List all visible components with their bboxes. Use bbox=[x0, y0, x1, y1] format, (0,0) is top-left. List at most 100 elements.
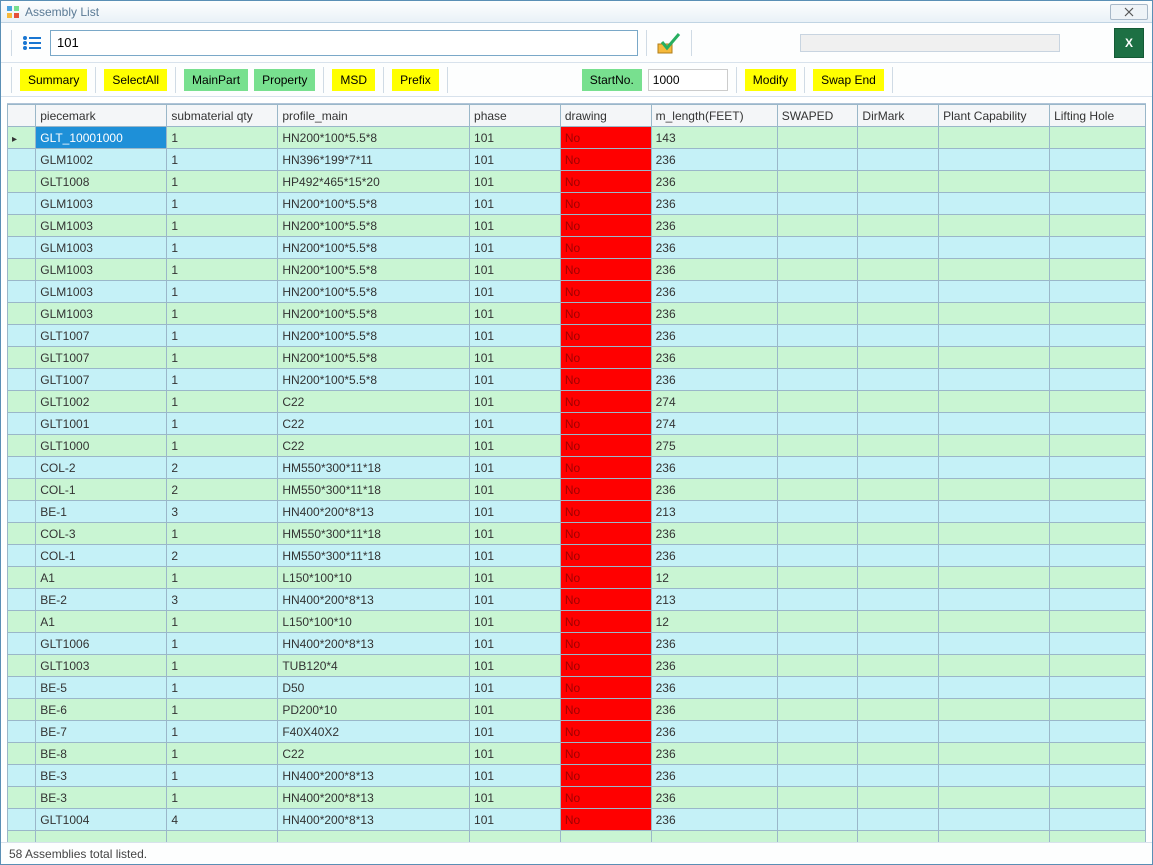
cell-mlength[interactable]: 236 bbox=[651, 281, 777, 303]
cell-phase[interactable]: 101 bbox=[470, 677, 561, 699]
cell-drawing[interactable]: No bbox=[560, 523, 651, 545]
cell-dirmark[interactable] bbox=[858, 369, 939, 391]
cell-mlength[interactable]: 12 bbox=[651, 567, 777, 589]
cell-plant[interactable] bbox=[939, 303, 1050, 325]
cell-drawing[interactable]: No bbox=[560, 567, 651, 589]
row-header[interactable] bbox=[8, 787, 36, 809]
cell-plant[interactable] bbox=[939, 215, 1050, 237]
row-header[interactable] bbox=[8, 589, 36, 611]
cell-mlength[interactable]: 236 bbox=[651, 699, 777, 721]
cell-profile[interactable]: HN200*100*5.5*8 bbox=[278, 127, 470, 149]
cell-lifting[interactable] bbox=[1050, 589, 1146, 611]
cell-drawing[interactable]: No bbox=[560, 743, 651, 765]
col-m-length[interactable]: m_length(FEET) bbox=[651, 105, 777, 127]
cell-piecemark[interactable]: BE-8 bbox=[36, 743, 167, 765]
cell-dirmark[interactable] bbox=[858, 303, 939, 325]
cell-mlength[interactable]: 236 bbox=[651, 457, 777, 479]
cell-piecemark[interactable]: GLT1007 bbox=[36, 369, 167, 391]
row-header[interactable] bbox=[8, 237, 36, 259]
cell-mlength[interactable]: 143 bbox=[651, 127, 777, 149]
cell-plant[interactable] bbox=[939, 171, 1050, 193]
cell-piecemark[interactable]: GLT1007 bbox=[36, 325, 167, 347]
cell-piecemark[interactable]: A1 bbox=[36, 611, 167, 633]
col-drawing[interactable]: drawing bbox=[560, 105, 651, 127]
cell-profile[interactable]: D50 bbox=[278, 677, 470, 699]
cell-qty[interactable]: 2 bbox=[167, 545, 278, 567]
row-header[interactable] bbox=[8, 655, 36, 677]
mainpart-button[interactable]: MainPart bbox=[184, 69, 248, 91]
cell-mlength[interactable]: 236 bbox=[651, 479, 777, 501]
table-row[interactable]: GLT10011C22101No274 bbox=[8, 413, 1146, 435]
row-header[interactable] bbox=[8, 259, 36, 281]
list-icon[interactable] bbox=[20, 31, 44, 55]
cell-plant[interactable] bbox=[939, 325, 1050, 347]
cell-lifting[interactable] bbox=[1050, 457, 1146, 479]
cell-mlength[interactable]: 236 bbox=[651, 171, 777, 193]
cell-profile[interactable]: HN200*100*5.5*8 bbox=[278, 215, 470, 237]
cell-dirmark[interactable] bbox=[858, 237, 939, 259]
cell-mlength[interactable]: 236 bbox=[651, 809, 777, 831]
table-row[interactable]: GLM10031HN200*100*5.5*8101No236 bbox=[8, 215, 1146, 237]
table-row[interactable]: COL-12HM550*300*11*18101No236 bbox=[8, 479, 1146, 501]
cell-swaped[interactable] bbox=[777, 391, 858, 413]
cell-drawing[interactable]: No bbox=[560, 655, 651, 677]
cell-phase[interactable]: 101 bbox=[470, 523, 561, 545]
cell-lifting[interactable] bbox=[1050, 303, 1146, 325]
cell-plant[interactable] bbox=[939, 567, 1050, 589]
cell-lifting[interactable] bbox=[1050, 325, 1146, 347]
cell-dirmark[interactable] bbox=[858, 699, 939, 721]
col-swaped[interactable]: SWAPED bbox=[777, 105, 858, 127]
cell-profile[interactable]: HM550*300*11*18 bbox=[278, 545, 470, 567]
cell-swaped[interactable] bbox=[777, 259, 858, 281]
col-piecemark[interactable]: piecemark bbox=[36, 105, 167, 127]
cell-piecemark[interactable]: BE-3 bbox=[36, 787, 167, 809]
cell-piecemark[interactable]: BE-5 bbox=[36, 677, 167, 699]
cell-swaped[interactable] bbox=[777, 787, 858, 809]
cell-phase[interactable]: 101 bbox=[470, 633, 561, 655]
cell-mlength[interactable]: 236 bbox=[651, 259, 777, 281]
col-plant-capability[interactable]: Plant Capability bbox=[939, 105, 1050, 127]
cell-mlength[interactable]: 236 bbox=[651, 325, 777, 347]
cell-qty[interactable]: 3 bbox=[167, 501, 278, 523]
cell-lifting[interactable] bbox=[1050, 677, 1146, 699]
table-row[interactable]: GLT10031TUB120*4101No236 bbox=[8, 655, 1146, 677]
cell-profile[interactable]: HN400*200*8*13 bbox=[278, 809, 470, 831]
cell-swaped[interactable] bbox=[777, 149, 858, 171]
cell-dirmark[interactable] bbox=[858, 787, 939, 809]
cell-piecemark[interactable]: COL-2 bbox=[36, 457, 167, 479]
cell-qty[interactable]: 1 bbox=[167, 391, 278, 413]
table-row[interactable]: GLT10044HN400*200*8*13101No236 bbox=[8, 809, 1146, 831]
cell-swaped[interactable] bbox=[777, 677, 858, 699]
swapend-button[interactable]: Swap End bbox=[813, 69, 884, 91]
cell-profile[interactable]: HN400*200*8*13 bbox=[278, 501, 470, 523]
row-header[interactable] bbox=[8, 809, 36, 831]
cell-piecemark[interactable]: GLM1003 bbox=[36, 237, 167, 259]
table-row[interactable]: GLT10081HP492*465*15*20101No236 bbox=[8, 171, 1146, 193]
cell-plant[interactable] bbox=[939, 743, 1050, 765]
cell-piecemark[interactable]: COL-1 bbox=[36, 545, 167, 567]
startno-input[interactable] bbox=[648, 69, 728, 91]
row-header[interactable] bbox=[8, 325, 36, 347]
row-header[interactable] bbox=[8, 171, 36, 193]
startno-label[interactable]: StartNo. bbox=[582, 69, 642, 91]
cell-profile[interactable]: TUB120*4 bbox=[278, 655, 470, 677]
table-row[interactable]: BE-51D50101No236 bbox=[8, 677, 1146, 699]
cell-plant[interactable] bbox=[939, 523, 1050, 545]
cell-phase[interactable]: 101 bbox=[470, 699, 561, 721]
table-row[interactable]: GLM10031HN200*100*5.5*8101No236 bbox=[8, 193, 1146, 215]
cell-phase[interactable]: 101 bbox=[470, 457, 561, 479]
cell-dirmark[interactable] bbox=[858, 391, 939, 413]
cell-mlength[interactable]: 236 bbox=[651, 655, 777, 677]
row-header[interactable] bbox=[8, 413, 36, 435]
cell-drawing[interactable]: No bbox=[560, 435, 651, 457]
cell-qty[interactable]: 4 bbox=[167, 809, 278, 831]
cell-mlength[interactable]: 12 bbox=[651, 611, 777, 633]
cell-plant[interactable] bbox=[939, 501, 1050, 523]
row-header[interactable] bbox=[8, 149, 36, 171]
cell-dirmark[interactable] bbox=[858, 171, 939, 193]
row-header[interactable] bbox=[8, 743, 36, 765]
cell-piecemark[interactable]: GLM1003 bbox=[36, 193, 167, 215]
cell-lifting[interactable] bbox=[1050, 633, 1146, 655]
cell-piecemark[interactable]: GLT1002 bbox=[36, 391, 167, 413]
cell-swaped[interactable] bbox=[777, 545, 858, 567]
